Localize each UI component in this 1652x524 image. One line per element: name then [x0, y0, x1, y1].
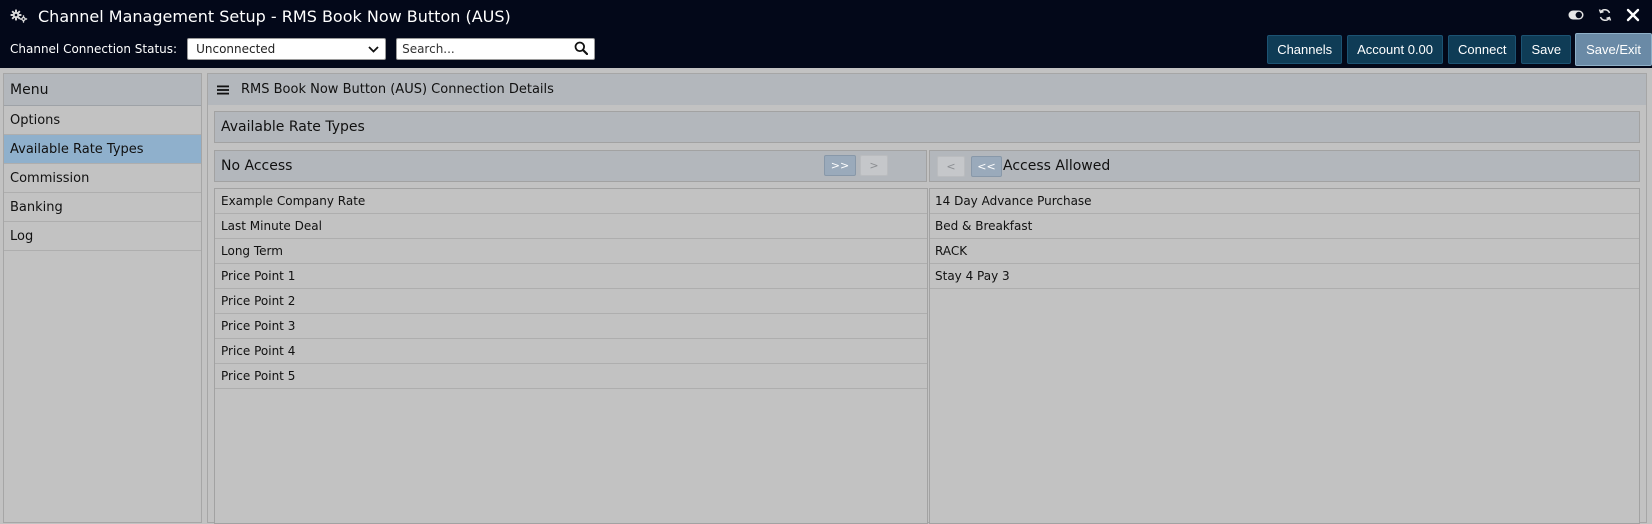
close-icon[interactable]	[1626, 8, 1640, 22]
access-allowed-list: 14 Day Advance Purchase Bed & Breakfast …	[929, 188, 1640, 524]
list-item[interactable]: RACK	[930, 239, 1639, 264]
list-item[interactable]: Price Point 3	[215, 314, 927, 339]
move-selected-left-button[interactable]: <	[937, 155, 965, 177]
connection-status-select[interactable]: Unconnected	[187, 38, 387, 60]
sidebar-item-commission[interactable]: Commission	[4, 164, 201, 193]
menu-heading: Menu	[4, 74, 201, 106]
connection-details-panel: RMS Book Now Button (AUS) Connection Det…	[207, 73, 1647, 524]
connect-button[interactable]: Connect	[1448, 35, 1517, 64]
sidebar-item-log[interactable]: Log	[4, 222, 201, 251]
sidebar-item-options[interactable]: Options	[4, 106, 201, 135]
access-allowed-heading: Access Allowed	[1003, 158, 1111, 174]
save-exit-button[interactable]: Save/Exit	[1575, 33, 1652, 66]
sidebar-item-available-rate-types[interactable]: Available Rate Types	[4, 135, 201, 164]
toggle-icon[interactable]	[1568, 10, 1584, 20]
list-item[interactable]: Long Term	[215, 239, 927, 264]
window-title: Channel Management Setup - RMS Book Now …	[38, 6, 511, 26]
search-input[interactable]	[402, 40, 563, 58]
no-access-heading: No Access	[221, 158, 293, 174]
connection-status-value: Unconnected	[196, 42, 276, 56]
no-access-list: Example Company Rate Last Minute Deal Lo…	[214, 188, 928, 524]
no-access-header: No Access >> >	[214, 150, 927, 182]
list-item[interactable]: Stay 4 Pay 3	[930, 264, 1639, 289]
search-box	[396, 38, 596, 60]
move-all-left-button[interactable]: <<	[971, 155, 1002, 177]
top-bar: Channel Management Setup - RMS Book Now …	[0, 0, 1652, 68]
hamburger-menu-icon[interactable]	[217, 85, 229, 95]
list-item[interactable]: 14 Day Advance Purchase	[930, 189, 1639, 214]
list-item[interactable]: Price Point 2	[215, 289, 927, 314]
panel-header: RMS Book Now Button (AUS) Connection Det…	[208, 74, 1646, 105]
search-icon[interactable]	[574, 41, 589, 58]
move-selected-right-button[interactable]: >	[860, 155, 888, 176]
section-title: Available Rate Types	[214, 111, 1640, 143]
connection-status-row: Channel Connection Status: Unconnected	[10, 36, 596, 62]
list-item[interactable]: Price Point 5	[215, 364, 927, 389]
list-item[interactable]: Price Point 1	[215, 264, 927, 289]
list-item[interactable]: Example Company Rate	[215, 189, 927, 214]
window-controls	[1568, 4, 1640, 26]
chevron-down-icon	[368, 42, 379, 56]
connection-status-label: Channel Connection Status:	[10, 42, 178, 56]
list-item[interactable]: Last Minute Deal	[215, 214, 927, 239]
header-actions: Channels Account 0.00 Connect Save Save/…	[1262, 33, 1652, 66]
account-button[interactable]: Account 0.00	[1347, 35, 1444, 64]
list-item[interactable]: Price Point 4	[215, 339, 927, 364]
list-item[interactable]: Bed & Breakfast	[930, 214, 1639, 239]
access-allowed-header: < << Access Allowed	[929, 150, 1640, 182]
refresh-icon[interactable]	[1598, 8, 1612, 22]
channels-button[interactable]: Channels	[1267, 35, 1343, 64]
move-all-right-button[interactable]: >>	[824, 155, 856, 176]
title-row: Channel Management Setup - RMS Book Now …	[10, 5, 511, 27]
gears-icon	[10, 9, 28, 23]
sidebar-item-banking[interactable]: Banking	[4, 193, 201, 222]
panel-title: RMS Book Now Button (AUS) Connection Det…	[241, 82, 554, 97]
save-button[interactable]: Save	[1521, 35, 1572, 64]
sidebar-menu: Menu Options Available Rate Types Commis…	[3, 73, 202, 523]
